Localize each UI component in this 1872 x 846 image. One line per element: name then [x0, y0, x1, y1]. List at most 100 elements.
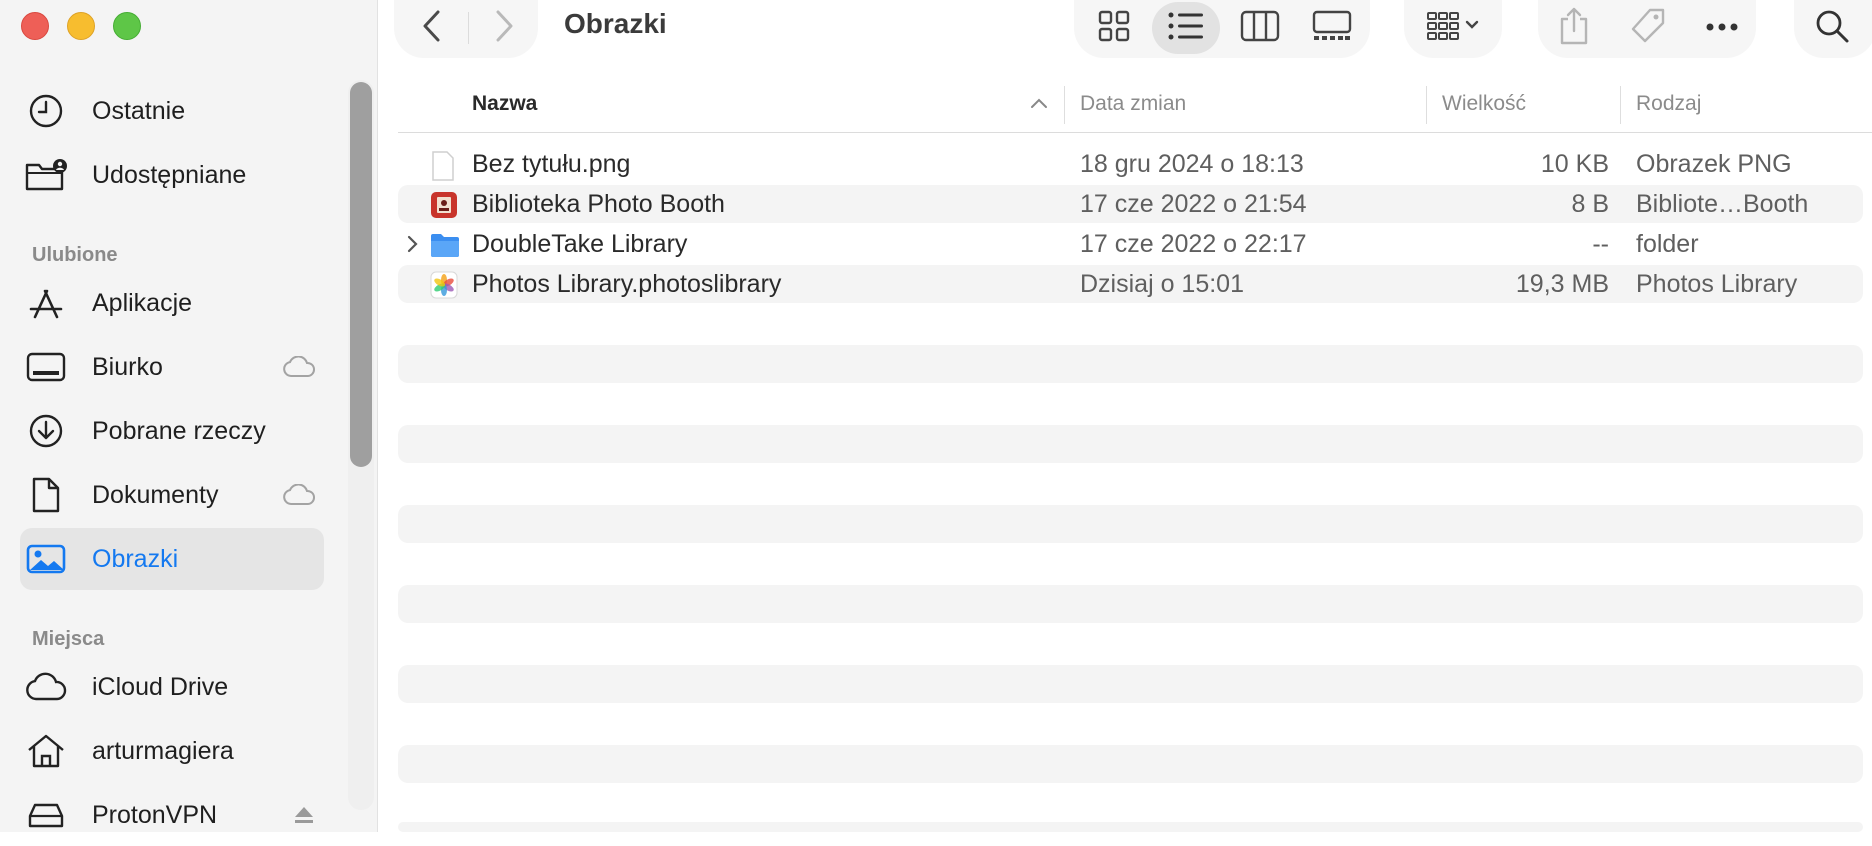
ellipsis-icon: [1705, 19, 1739, 37]
file-kind: Obrazek PNG: [1636, 150, 1792, 178]
column-header-kind[interactable]: Rodzaj: [1636, 92, 1701, 116]
file-size: --: [1592, 230, 1609, 258]
sidebar-item-icloud-drive[interactable]: iCloud Drive: [20, 656, 324, 718]
file-modified: 17 cze 2022 o 22:17: [1080, 230, 1307, 258]
favorites-section-header: Ulubione: [32, 244, 118, 266]
gallery-view-button[interactable]: [1302, 6, 1362, 50]
sidebar-item-home[interactable]: arturmagiera: [20, 720, 324, 782]
back-button[interactable]: [402, 6, 462, 50]
sidebar-item-pobrane[interactable]: Pobrane rzeczy: [20, 400, 324, 462]
column-header-name[interactable]: Nazwa: [472, 92, 537, 116]
chevron-right-icon: [493, 9, 515, 48]
column-header-size[interactable]: Wielkość: [1442, 92, 1526, 116]
search-icon: [1814, 8, 1850, 49]
column-view-button[interactable]: [1230, 6, 1290, 50]
window-title: Obrazki: [564, 8, 667, 39]
applications-icon: [20, 283, 72, 323]
file-name: Photos Library.photoslibrary: [472, 270, 782, 298]
file-size: 19,3 MB: [1515, 270, 1609, 298]
share-icon: [1558, 7, 1590, 50]
disclosure-chevron-icon[interactable]: [406, 234, 420, 259]
sidebar-item-label: Aplikacje: [92, 288, 193, 317]
column-header-row: Nazwa Data zmian Wielkość Rodzaj: [398, 86, 1872, 133]
file-modified: 17 cze 2022 o 21:54: [1080, 190, 1307, 218]
sidebar-item-aplikacje[interactable]: Aplikacje: [20, 272, 324, 334]
icloud-status-icon: [282, 355, 316, 383]
sidebar: Ostatnie Udostępniane Ulubione Aplikacje…: [0, 0, 378, 832]
list-view-button[interactable]: [1156, 6, 1216, 50]
file-modified: Dzisiaj o 15:01: [1080, 270, 1244, 298]
sidebar-item-udostepniane[interactable]: Udostępniane: [20, 144, 324, 206]
list-icon: [1168, 11, 1204, 46]
clock-icon: [20, 91, 72, 131]
sidebar-item-biurko[interactable]: Biurko: [20, 336, 324, 398]
column-divider[interactable]: [1064, 86, 1065, 124]
home-icon: [20, 731, 72, 771]
file-row[interactable]: Photos Library.photoslibrary Dzisiaj o 1…: [398, 265, 1863, 303]
gallery-icon: [1312, 10, 1352, 47]
empty-row: [398, 505, 1863, 543]
zoom-window-button[interactable]: [113, 12, 141, 40]
shared-folder-icon: [20, 155, 72, 195]
file-modified: 18 gru 2024 o 18:13: [1080, 150, 1304, 178]
share-button[interactable]: [1544, 6, 1604, 50]
file-name: Bez tytułu.png: [472, 150, 631, 178]
file-kind: folder: [1636, 230, 1699, 258]
sidebar-item-label: Pobrane rzeczy: [92, 416, 266, 445]
icloud-status-icon: [282, 483, 316, 511]
sidebar-item-label: ProtonVPN: [92, 800, 218, 829]
file-size: 8 B: [1571, 190, 1609, 218]
sidebar-item-label: Udostępniane: [92, 160, 247, 189]
sidebar-item-obrazki[interactable]: Obrazki: [20, 528, 324, 590]
file-size: 10 KB: [1540, 150, 1609, 178]
more-actions-button[interactable]: [1692, 6, 1752, 50]
file-row[interactable]: DoubleTake Library 17 cze 2022 o 22:17 -…: [398, 225, 1863, 263]
document-icon: [20, 475, 72, 515]
group-by-button[interactable]: [1414, 6, 1494, 50]
file-row[interactable]: Bez tytułu.png 18 gru 2024 o 18:13 10 KB…: [398, 145, 1863, 183]
sidebar-item-label: Ostatnie: [92, 96, 186, 125]
file-name: DoubleTake Library: [472, 230, 688, 258]
sidebar-item-ostatnie[interactable]: Ostatnie: [20, 80, 324, 142]
sidebar-item-protonvpn[interactable]: ProtonVPN: [20, 784, 324, 846]
sidebar-item-label: iCloud Drive: [92, 672, 229, 701]
tag-button[interactable]: [1618, 6, 1678, 50]
file-name: Biblioteka Photo Booth: [472, 190, 725, 218]
grid-icon: [1098, 10, 1130, 47]
locations-section-header: Miejsca: [32, 628, 105, 650]
file-kind: Bibliote…Booth: [1636, 190, 1809, 218]
empty-row: [398, 745, 1863, 783]
empty-row: [398, 665, 1863, 703]
icloud-icon: [20, 667, 72, 707]
column-divider[interactable]: [1426, 86, 1427, 124]
chevron-left-icon: [421, 9, 443, 48]
group-grid-icon: [1426, 10, 1482, 47]
drive-icon: [20, 795, 72, 835]
minimize-window-button[interactable]: [67, 12, 95, 40]
eject-icon[interactable]: [292, 804, 316, 831]
sidebar-item-label: Dokumenty: [92, 480, 219, 509]
search-button[interactable]: [1802, 6, 1862, 50]
pictures-icon: [20, 539, 72, 579]
sidebar-item-label: Biurko: [92, 352, 163, 381]
file-row[interactable]: Biblioteka Photo Booth 17 cze 2022 o 21:…: [398, 185, 1863, 223]
folder-icon: [430, 232, 459, 260]
photo-booth-icon: [430, 191, 457, 219]
sort-ascending-icon[interactable]: [1030, 96, 1048, 114]
empty-row: [398, 585, 1863, 623]
file-kind: Photos Library: [1636, 270, 1798, 298]
sidebar-item-dokumenty[interactable]: Dokumenty: [20, 464, 324, 526]
photos-library-icon: [430, 271, 458, 299]
columns-icon: [1240, 10, 1280, 47]
column-header-modified[interactable]: Data zmian: [1080, 92, 1186, 116]
sidebar-item-label: Obrazki: [92, 544, 179, 573]
close-window-button[interactable]: [21, 12, 49, 40]
toolbar-divider: [468, 12, 469, 44]
sidebar-scrollbar[interactable]: [350, 82, 372, 467]
column-divider[interactable]: [1620, 86, 1621, 124]
empty-row: [398, 425, 1863, 463]
tag-icon: [1629, 7, 1667, 50]
forward-button[interactable]: [474, 6, 534, 50]
downloads-icon: [20, 411, 72, 451]
icon-view-button[interactable]: [1084, 6, 1144, 50]
